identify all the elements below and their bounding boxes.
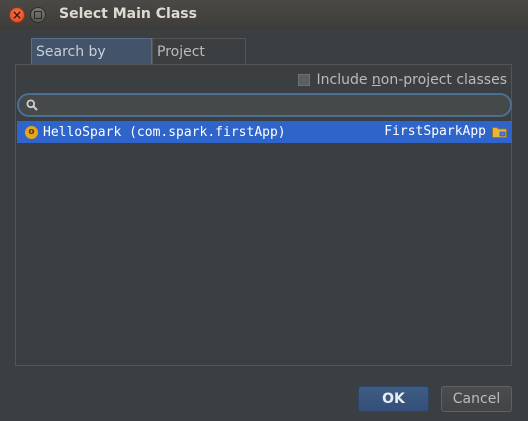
class-icon: o — [25, 125, 38, 139]
include-non-project-option[interactable]: Include non-project classes — [297, 70, 508, 90]
search-field[interactable] — [17, 93, 512, 117]
module-name: FirstSparkApp — [384, 124, 486, 139]
tab-search-by-name[interactable]: Search by Name — [31, 38, 152, 86]
title-bar: × Select Main Class — [0, 0, 528, 30]
tab-project[interactable]: Project — [152, 38, 246, 64]
minimize-window-button[interactable] — [30, 7, 46, 23]
include-non-project-label: Include non-project classes — [316, 72, 508, 88]
search-input[interactable] — [45, 96, 509, 116]
results-list[interactable]: o HelloSpark (com.spark.firstApp) FirstS… — [17, 121, 512, 143]
select-main-class-dialog: × Select Main Class Search by Name Proje… — [0, 0, 528, 421]
search-icon — [26, 99, 38, 111]
ok-button[interactable]: OK — [358, 386, 429, 412]
tab-content-panel: Include non-project classes o HelloSpark… — [15, 64, 512, 366]
close-icon: × — [11, 8, 23, 22]
include-non-project-checkbox[interactable] — [297, 74, 310, 86]
window-title: Select Main Class — [59, 6, 197, 22]
restore-icon — [34, 11, 42, 19]
cancel-button[interactable]: Cancel — [441, 386, 512, 412]
close-window-button[interactable]: × — [9, 7, 25, 23]
class-name: HelloSpark (com.spark.firstApp) — [43, 124, 286, 140]
module-folder-icon — [492, 127, 507, 138]
list-item[interactable]: o HelloSpark (com.spark.firstApp) FirstS… — [17, 121, 512, 143]
